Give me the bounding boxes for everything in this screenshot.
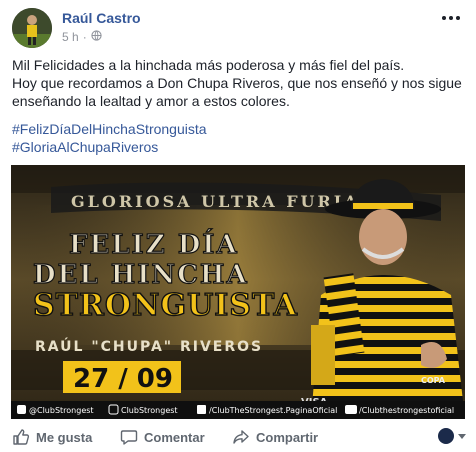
comment-icon <box>120 430 138 445</box>
footer-instagram: ClubStrongest <box>121 406 178 415</box>
reaction-identity-selector[interactable] <box>438 428 466 444</box>
page-avatar <box>438 428 454 444</box>
like-label: Me gusta <box>36 429 93 445</box>
meta-separator: · <box>82 30 87 44</box>
post-text: Mil Felicidades a la hinchada más podero… <box>12 56 464 110</box>
hashtag-link[interactable]: #GloriaAlChupaRiveros <box>12 138 207 156</box>
post-time[interactable]: 5 h <box>62 30 79 44</box>
chevron-down-icon <box>458 433 466 439</box>
footer-youtube: /Clubthestrongestoficial <box>359 406 454 415</box>
comment-label: Comentar <box>144 429 205 445</box>
like-button[interactable]: Me gusta <box>12 428 92 446</box>
event-date: 27 / 09 <box>73 364 173 394</box>
post-line: enseñando la lealtad y amor a estos colo… <box>12 93 290 109</box>
footer-twitter: @ClubStrongest <box>29 406 94 415</box>
share-icon <box>233 430 249 444</box>
title-line-2: DEL HINCHA <box>33 260 249 290</box>
post-meta: 5 h · <box>62 30 102 44</box>
share-label: Compartir <box>256 429 319 445</box>
facebook-icon <box>197 405 206 414</box>
copa-text: COPA <box>421 376 446 385</box>
youtube-icon <box>345 405 357 414</box>
twitter-icon <box>17 405 26 414</box>
footer-facebook: /ClubTheStrongest.PaginaOficial <box>209 406 337 415</box>
action-bar: Me gusta Comentar Compartir <box>0 422 476 452</box>
post-line: Mil Felicidades a la hinchada más podero… <box>12 57 405 73</box>
post-line: Hoy que recordamos a Don Chupa Riveros, … <box>12 75 462 91</box>
post-card: Raúl Castro 5 h · Mil Felicidades a la h… <box>0 0 476 452</box>
more-options-icon[interactable] <box>442 12 460 24</box>
honoree-name: RAÚL "CHUPA" RIVEROS <box>35 337 263 355</box>
title-line-3: STRONGUISTA <box>33 288 298 323</box>
share-button[interactable]: Compartir <box>232 428 318 446</box>
hashtag-link[interactable]: #FelizDíaDelHinchaStronguista <box>12 120 207 138</box>
globe-icon[interactable] <box>91 30 102 44</box>
thumbs-up-icon <box>13 429 30 445</box>
hashtag-list: #FelizDíaDelHinchaStronguista #GloriaAlC… <box>12 120 207 156</box>
author-avatar[interactable] <box>12 8 52 48</box>
comment-button[interactable]: Comentar <box>120 428 205 446</box>
banner-text: GLORIOSA ULTRA FURIA <box>71 192 360 211</box>
post-photo[interactable]: GLORIOSA ULTRA FURIA FELIZ DÍA DEL HINCH… <box>11 165 465 419</box>
post-header: Raúl Castro 5 h · <box>12 8 464 50</box>
author-name[interactable]: Raúl Castro <box>62 10 141 26</box>
title-line-1: FELIZ DÍA <box>69 228 239 260</box>
